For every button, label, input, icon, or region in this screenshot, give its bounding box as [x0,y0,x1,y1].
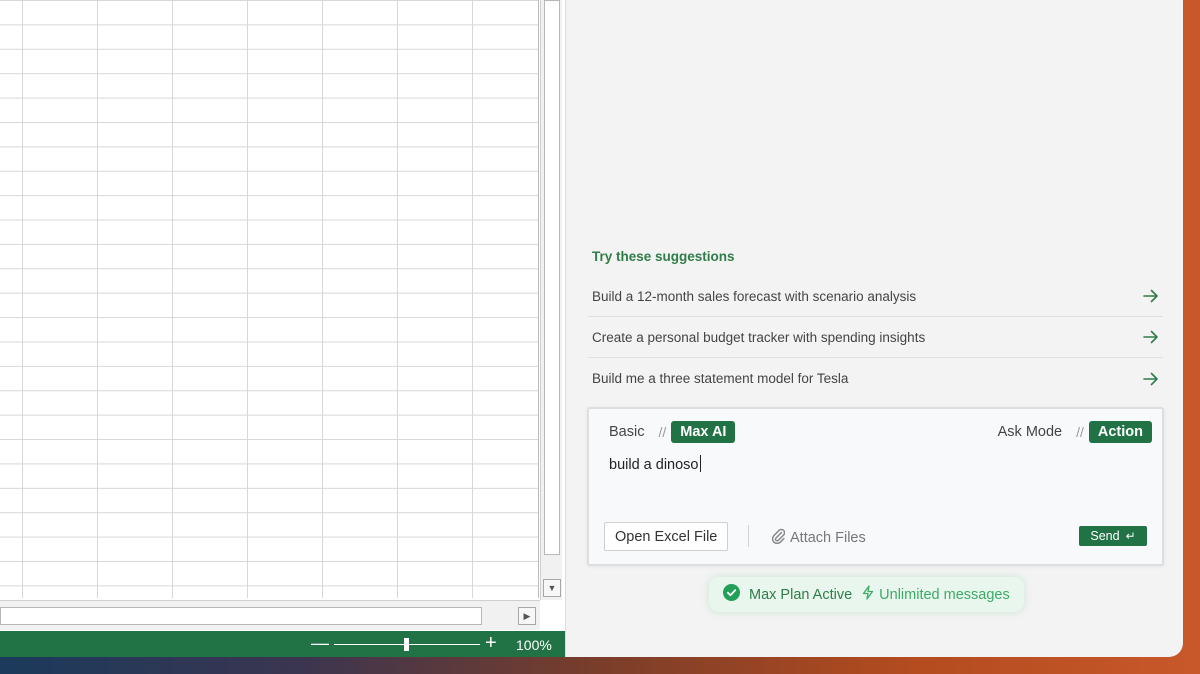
send-button[interactable]: Send ↵ [1079,526,1147,546]
suggestion-item-three-statement-model[interactable]: Build me a three statement model for Tes… [588,358,1163,399]
plan-label: Max Plan Active [749,586,853,603]
send-label: Send [1090,529,1120,543]
action-mode-option[interactable]: Action [1088,421,1152,443]
suggestion-label: Build me a three statement model for Tes… [592,371,849,386]
horizontal-scrollbar[interactable]: ▶ [0,600,540,630]
vertical-scrollbar[interactable]: ▼ [540,0,562,600]
model-basic-option[interactable]: Basic [609,424,644,440]
arrow-right-icon [1143,330,1159,344]
attach-files-label: Attach Files [790,529,866,546]
horizontal-scroll-thumb[interactable] [0,607,482,625]
plan-sub-label: Unlimited messages [879,586,1010,603]
assistant-panel: Try these suggestions Build a 12-month s… [565,0,1183,657]
attach-files-button[interactable]: Attach Files [771,527,866,548]
cell-grid[interactable] [0,0,539,598]
mode-selector: Ask Mode // Action [998,421,1152,443]
prompt-input[interactable]: build a dinoso [609,455,1139,473]
suggestion-label: Create a personal budget tracker with sp… [592,329,926,345]
arrow-right-icon [1143,289,1159,303]
prompt-input-value: build a dinoso [609,457,699,473]
lightning-icon [862,584,874,605]
arrow-right-icon [1143,372,1159,386]
model-max-ai-option[interactable]: Max AI [671,421,736,443]
ask-mode-option[interactable]: Ask Mode [998,424,1062,440]
suggestion-list: Build a 12-month sales forecast with sce… [588,276,1163,399]
status-bar: — + 100% [0,631,565,657]
suggestion-item-budget-tracker[interactable]: Create a personal budget tracker with sp… [588,317,1163,358]
open-excel-file-button[interactable]: Open Excel File [604,522,729,551]
scroll-right-arrow-icon[interactable]: ▶ [518,607,536,625]
zoom-level[interactable]: 100% [516,637,552,653]
zoom-slider-knob[interactable] [404,638,409,651]
mode-separator: // [1076,424,1084,440]
zoom-out-button[interactable]: — [311,633,329,653]
toolbar-divider [748,525,749,547]
plan-status-badge: Max Plan Active Unlimited messages [709,577,1024,612]
enter-key-icon: ↵ [1125,529,1136,543]
suggestion-item-sales-forecast[interactable]: Build a 12-month sales forecast with sce… [588,276,1163,317]
suggestions-title: Try these suggestions [592,249,735,264]
suggestion-label: Build a 12-month sales forecast with sce… [592,288,917,304]
text-caret [699,455,701,472]
check-circle-icon [723,583,740,606]
scroll-down-arrow-icon[interactable]: ▼ [543,579,561,597]
vertical-scroll-thumb[interactable] [544,0,560,555]
model-selector: Basic // Max AI [609,421,736,443]
model-separator: // [658,424,667,440]
paperclip-icon [771,527,790,548]
prompt-composer: Basic // Max AI Ask Mode // Action build… [587,407,1164,566]
spreadsheet-window: ▼ ▶ — + 100% [0,0,565,657]
zoom-in-button[interactable]: + [485,632,497,654]
